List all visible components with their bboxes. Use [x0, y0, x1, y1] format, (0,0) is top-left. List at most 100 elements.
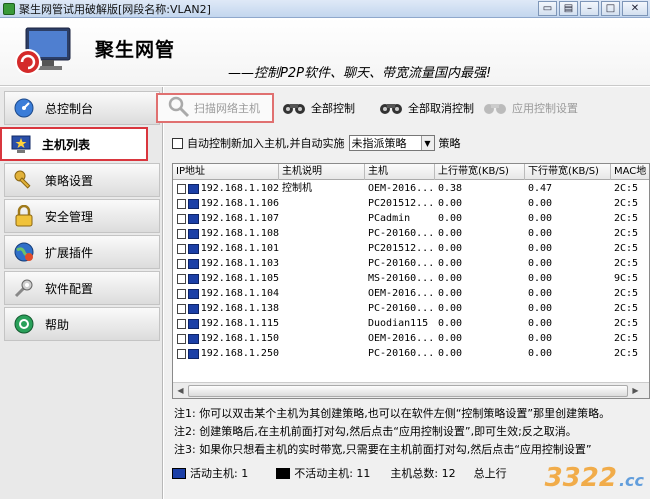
- chevron-down-icon: ▼: [420, 136, 434, 150]
- sidebar-item-software-config[interactable]: 软件配置: [4, 271, 160, 305]
- control-all-label: 全部控制: [311, 102, 355, 115]
- watermark-text: 3322: [544, 463, 617, 493]
- active-host-icon: [172, 467, 186, 479]
- open-folder-icon[interactable]: ▭: [538, 1, 557, 16]
- cell-upload: 0.00: [438, 318, 463, 329]
- control-all-button[interactable]: 全部控制: [281, 93, 355, 123]
- cell-upload: 0.00: [438, 198, 463, 209]
- table-row[interactable]: 192.168.1.102 控制机 OEM-2016... 0.38 0.47 2C:5: [173, 181, 649, 196]
- lock-icon: [11, 203, 37, 229]
- auto-control-checkbox[interactable]: [172, 137, 183, 149]
- row-checkbox[interactable]: [177, 183, 186, 194]
- row-checkbox[interactable]: [177, 273, 186, 284]
- note-2: 注2: 创建策略后,在主机前面打对勾,然后点击“应用控制设置”,即可生效;反之取…: [174, 425, 577, 438]
- table-row[interactable]: 192.168.1.104 OEM-2016... 0.00 0.00 2C:5: [173, 286, 649, 301]
- row-checkbox[interactable]: [177, 198, 186, 209]
- row-checkbox[interactable]: [177, 333, 186, 344]
- column-header-download[interactable]: 下行带宽(KB/S): [525, 164, 611, 180]
- row-checkbox[interactable]: [177, 348, 186, 359]
- row-checkbox[interactable]: [177, 303, 186, 314]
- host-table: IP地址 主机说明 主机 上行带宽(KB/S) 下行带宽(KB/S) MAC地 …: [172, 163, 650, 399]
- magnifier-icon: [168, 96, 190, 121]
- cell-desc: [279, 316, 365, 331]
- scan-network-button[interactable]: 扫描网络主机: [156, 93, 274, 123]
- plugin-globe-icon: [11, 239, 37, 265]
- header: 聚生网管 ——控制P2P软件、聊天、带宽流量国内最强!: [0, 18, 650, 86]
- maximize-icon[interactable]: □: [601, 1, 620, 16]
- scroll-right-icon[interactable]: ▶: [628, 383, 643, 398]
- table-row[interactable]: 192.168.1.103 PC-20160... 0.00 0.00 2C:5: [173, 256, 649, 271]
- horizontal-scrollbar[interactable]: ◀ ▶: [173, 382, 649, 398]
- row-checkbox[interactable]: [177, 288, 186, 299]
- inactive-host-count: 不活动主机: 11: [294, 467, 371, 480]
- binoculars-icon: [378, 96, 404, 121]
- cell-upload: 0.00: [438, 303, 463, 314]
- host-monitor-icon: [187, 213, 199, 224]
- table-row[interactable]: 192.168.1.105 MS-20160... 0.00 0.00 9C:5: [173, 271, 649, 286]
- row-checkbox[interactable]: [177, 318, 186, 329]
- scroll-left-icon[interactable]: ◀: [173, 383, 188, 398]
- table-row[interactable]: 192.168.1.107 PCadmin 0.00 0.00 2C:5: [173, 211, 649, 226]
- cell-download: 0.00: [528, 318, 553, 329]
- sidebar-item-policy[interactable]: 策略设置: [4, 163, 160, 197]
- cell-upload: 0.00: [438, 273, 463, 284]
- table-row[interactable]: 192.168.1.250 PC-20160... 0.00 0.00 2C:5: [173, 346, 649, 361]
- apply-control-button[interactable]: 应用控制设置: [482, 93, 578, 123]
- cell-download: 0.00: [528, 303, 553, 314]
- column-header-mac[interactable]: MAC地: [611, 164, 649, 180]
- cell-download: 0.00: [528, 243, 553, 254]
- title-bar: 聚生网管试用破解版[网段名称:VLAN2] ▭ ▤ – □ ✕: [0, 0, 650, 18]
- notes: 注1: 你可以双击某个主机为其创建策略,也可以在软件左侧“控制策略设置”那里创建…: [174, 405, 648, 459]
- policy-key-icon: [11, 167, 37, 193]
- sidebar-item-dashboard[interactable]: 总控制台: [4, 91, 160, 125]
- save-icon[interactable]: ▤: [559, 1, 578, 16]
- cell-host: MS-20160...: [368, 273, 435, 284]
- cell-mac: 2C:5: [614, 348, 639, 359]
- table-row[interactable]: 192.168.1.150 OEM-2016... 0.00 0.00 2C:5: [173, 331, 649, 346]
- cell-desc: [279, 256, 365, 271]
- cell-desc: [279, 226, 365, 241]
- sidebar-item-security[interactable]: 安全管理: [4, 199, 160, 233]
- column-header-ip[interactable]: IP地址: [173, 164, 279, 180]
- table-row[interactable]: 192.168.1.115 Duodian115 0.00 0.00 2C:5: [173, 316, 649, 331]
- sidebar-item-label: 总控制台: [45, 101, 94, 116]
- sidebar-item-host-list[interactable]: 主机列表: [0, 127, 148, 161]
- cell-download: 0.47: [528, 183, 553, 194]
- brand-name: 聚生网管: [95, 39, 176, 61]
- close-icon[interactable]: ✕: [622, 1, 648, 16]
- cell-ip: 192.168.1.108: [173, 226, 279, 241]
- minimize-icon[interactable]: –: [580, 1, 599, 16]
- auto-control-options: 自动控制新加入主机,并自动实施 未指派策略 ▼ 策略: [172, 135, 461, 151]
- cell-ip: 192.168.1.250: [173, 346, 279, 361]
- toolbar: 扫描网络主机 全部控制 全部取消控制 应用控制设置: [156, 91, 650, 127]
- apply-control-label: 应用控制设置: [512, 102, 578, 115]
- host-monitor-icon: [187, 183, 199, 194]
- cell-ip: 192.168.1.138: [173, 301, 279, 316]
- table-row[interactable]: 192.168.1.108 PC-20160... 0.00 0.00 2C:5: [173, 226, 649, 241]
- row-checkbox[interactable]: [177, 258, 186, 269]
- sidebar-item-help[interactable]: 帮助: [4, 307, 160, 341]
- cell-host: PC201512...: [368, 198, 435, 209]
- row-checkbox[interactable]: [177, 243, 186, 254]
- policy-select[interactable]: 未指派策略 ▼: [348, 135, 435, 151]
- column-header-desc[interactable]: 主机说明: [279, 164, 365, 180]
- table-row[interactable]: 192.168.1.106 PC201512... 0.00 0.00 2C:5: [173, 196, 649, 211]
- uncontrol-all-button[interactable]: 全部取消控制: [378, 93, 474, 123]
- policy-select-value: 未指派策略: [351, 137, 407, 150]
- scroll-thumb[interactable]: [188, 384, 628, 397]
- cell-host: PC201512...: [368, 243, 435, 254]
- column-header-host[interactable]: 主机: [365, 164, 435, 180]
- binoculars-icon: [482, 96, 508, 121]
- row-checkbox[interactable]: [177, 213, 186, 224]
- cell-download: 0.00: [528, 333, 553, 344]
- row-checkbox[interactable]: [177, 228, 186, 239]
- table-row[interactable]: 192.168.1.138 PC-20160... 0.00 0.00 2C:5: [173, 301, 649, 316]
- table-row[interactable]: 192.168.1.101 PC201512... 0.00 0.00 2C:5: [173, 241, 649, 256]
- column-header-upload[interactable]: 上行带宽(KB/S): [435, 164, 525, 180]
- cell-mac: 2C:5: [614, 303, 639, 314]
- inactive-host-icon: [276, 467, 291, 479]
- watermark-logo: 3322 .cc: [545, 463, 644, 493]
- cell-desc: [279, 331, 365, 346]
- cell-upload: 0.00: [438, 228, 463, 239]
- sidebar-item-plugins[interactable]: 扩展插件: [4, 235, 160, 269]
